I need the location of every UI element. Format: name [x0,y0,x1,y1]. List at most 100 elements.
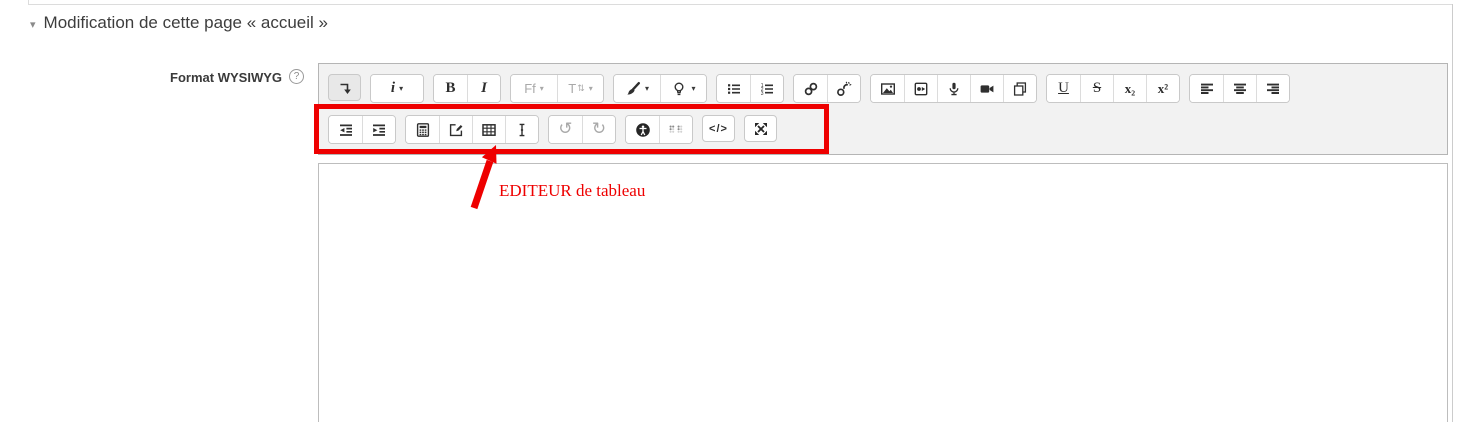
unordered-list-button[interactable] [717,75,750,102]
subscript-button[interactable]: x₂ [1113,75,1146,102]
page-right-border [1452,4,1453,422]
text-cursor-button[interactable] [505,116,538,143]
styles-group: i ▾ [370,74,424,103]
align-right-icon [1265,81,1281,97]
image-button[interactable] [871,75,904,102]
screenreader-helper-button[interactable] [659,116,692,143]
screenreader-icon [667,122,685,138]
chevron-down-icon: ▾ [589,85,593,93]
strikethrough-button[interactable]: S [1080,75,1113,102]
text-color-button[interactable]: ▾ [614,75,660,102]
indent-button[interactable] [362,116,395,143]
underline-button[interactable]: U [1047,75,1080,102]
ordered-list-button[interactable]: 123 [750,75,783,102]
fullscreen-icon [753,121,769,137]
field-label: Format WYSIWYG [0,70,282,85]
bold-icon: B [445,81,455,96]
paragraph-styles-icon: i [391,81,395,96]
svg-text:3: 3 [761,91,764,97]
section-title: Modification de cette page « accueil » [44,13,328,33]
highlight-color-button[interactable]: ▾ [660,75,706,102]
color-group: ▾ ▾ [613,74,707,103]
toolbar-row-1: i ▾ B I Ff ▾ T ⇅ ▾ [328,74,1438,103]
unlink-icon [836,81,852,97]
indent-group [328,115,396,144]
accessibility-group [625,115,693,144]
text-cursor-icon [514,122,530,138]
align-left-icon [1199,81,1215,97]
table-icon [481,122,497,138]
record-video-button[interactable] [970,75,1003,102]
outdent-button[interactable] [329,116,362,143]
undo-icon: ↺ [558,121,572,138]
align-center-icon [1232,81,1248,97]
align-group [1189,74,1290,103]
undo-button[interactable]: ↺ [549,116,582,143]
link-button[interactable] [794,75,827,102]
paragraph-styles-button[interactable]: i ▾ [371,75,423,102]
font-size-arrows-icon: ⇅ [577,83,585,94]
bold-button[interactable]: B [434,75,467,102]
list-group: 123 [716,74,784,103]
align-right-button[interactable] [1256,75,1289,102]
superscript-icon: x² [1158,82,1168,95]
text-color-icon [625,81,641,97]
manage-files-button[interactable] [1003,75,1036,102]
chevron-down-icon: ▾ [691,85,695,93]
toggle-toolbar-button[interactable] [328,74,361,101]
accessibility-checker-button[interactable] [626,116,659,143]
table-button[interactable] [472,116,505,143]
italic-icon: I [481,81,487,96]
html-button[interactable]: </> [702,115,735,142]
align-left-button[interactable] [1190,75,1223,102]
media-button[interactable] [904,75,937,102]
fullscreen-button[interactable] [744,115,777,142]
editor-content-area[interactable] [318,163,1448,422]
font-size-button[interactable]: T ⇅ ▾ [557,75,603,102]
highlight-color-icon [671,81,687,97]
font-family-button[interactable]: Ff ▾ [511,75,557,102]
link-icon [803,81,819,97]
media-icon [913,81,929,97]
insert-group [405,115,539,144]
chevron-down-icon: ▾ [399,85,403,93]
unordered-list-icon [726,81,742,97]
record-video-icon [979,81,995,97]
ordered-list-icon: 123 [759,81,775,97]
record-audio-button[interactable] [937,75,970,102]
link-group [793,74,861,103]
help-icon[interactable]: ? [289,69,304,84]
edit-icon [448,122,464,138]
toolbar-toggle-icon [337,80,353,96]
text-style-group: U S x₂ x² [1046,74,1180,103]
image-icon [880,81,896,97]
italic-button[interactable]: I [467,75,500,102]
top-divider [28,4,1452,5]
left-border-stub [28,0,29,5]
indent-icon [371,122,387,138]
redo-button[interactable]: ↻ [582,116,615,143]
annotation-label: EDITEUR de tableau [499,181,645,201]
edit-button[interactable] [439,116,472,143]
equation-button[interactable] [406,116,439,143]
history-group: ↺ ↻ [548,115,616,144]
chevron-down-icon: ▾ [540,85,544,93]
unlink-button[interactable] [827,75,860,102]
media-group [870,74,1037,103]
record-audio-icon [946,81,962,97]
redo-icon: ↻ [592,121,606,138]
font-group: Ff ▾ T ⇅ ▾ [510,74,604,103]
html-icon: </> [709,123,728,135]
font-size-icon: T [568,81,576,96]
chevron-down-icon: ▾ [645,85,649,93]
manage-files-icon [1012,81,1028,97]
align-center-button[interactable] [1223,75,1256,102]
superscript-button[interactable]: x² [1146,75,1179,102]
section-header[interactable]: ▾ Modification de cette page « accueil » [30,13,328,33]
equation-icon [415,122,431,138]
subscript-icon: x₂ [1125,82,1135,95]
toolbar-row-2: ↺ ↻ </> [328,115,1438,144]
font-family-icon: Ff [524,81,536,96]
collapse-toggle-icon[interactable]: ▾ [30,18,36,31]
underline-icon: U [1058,81,1069,96]
